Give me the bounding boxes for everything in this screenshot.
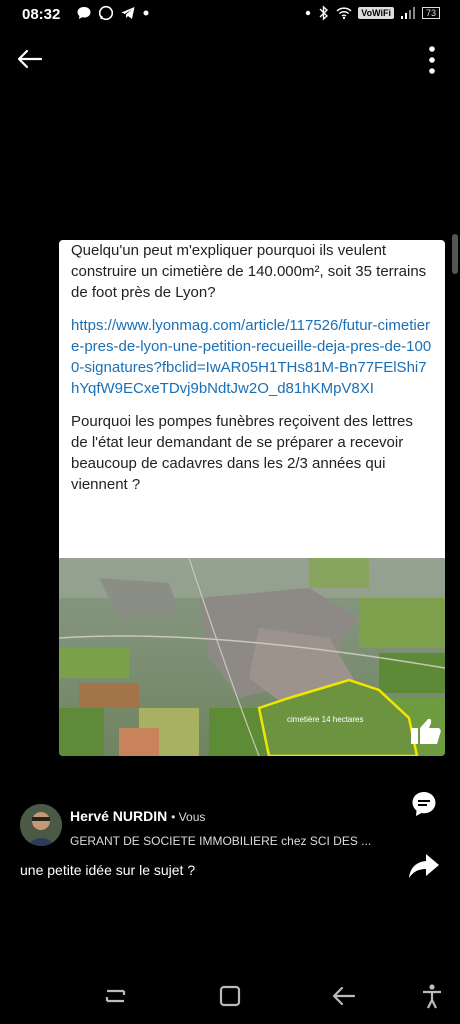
post-paragraph-question: Quelqu'un peut m'expliquer pourquoi ils … bbox=[71, 242, 427, 301]
back-button[interactable] bbox=[14, 44, 48, 74]
vowifi-label: VoWiFi bbox=[358, 7, 394, 19]
side-scroll-indicator bbox=[452, 234, 458, 274]
message-icon bbox=[77, 7, 91, 19]
dot-icon bbox=[306, 10, 311, 16]
more-options-button[interactable] bbox=[422, 44, 442, 76]
post-image[interactable]: Quelqu'un peut m'expliquer pourquoi ils … bbox=[59, 240, 445, 756]
arrow-left-icon bbox=[17, 49, 43, 69]
status-time: 08:32 bbox=[22, 6, 61, 23]
author-name[interactable]: Hervé NURDIN bbox=[70, 808, 167, 824]
share-button[interactable] bbox=[408, 852, 440, 880]
recent-apps-icon bbox=[105, 989, 126, 1003]
recent-apps-button[interactable] bbox=[102, 982, 130, 1010]
post-caption: une petite idée sur le sujet ? bbox=[20, 862, 196, 878]
accessibility-button[interactable] bbox=[418, 982, 446, 1010]
more-vertical-icon bbox=[429, 46, 435, 74]
home-icon bbox=[219, 985, 241, 1007]
post-paragraph-letters: Pourquoi les pompes funèbres reçoivent d… bbox=[71, 413, 413, 493]
bluetooth-icon bbox=[319, 5, 329, 21]
system-nav-bar bbox=[0, 970, 460, 1024]
notification-dot-icon bbox=[143, 10, 149, 16]
whatsapp-icon bbox=[98, 5, 114, 21]
post-link: https://www.lyonmag.com/article/117526/f… bbox=[71, 317, 432, 397]
accessibility-icon bbox=[423, 984, 441, 1009]
system-back-button[interactable] bbox=[330, 982, 358, 1010]
battery-level: 73 bbox=[421, 7, 440, 19]
wifi-icon bbox=[336, 7, 352, 20]
avatar[interactable] bbox=[20, 804, 62, 846]
comment-icon bbox=[412, 792, 436, 816]
share-icon bbox=[409, 854, 439, 878]
map-annotation-label: cimetière 14 hectares bbox=[287, 715, 363, 724]
author-line[interactable]: Hervé NURDIN • Vous bbox=[70, 808, 205, 824]
telegram-icon bbox=[121, 7, 135, 19]
aerial-map-photo: cimetière 14 hectares bbox=[59, 558, 445, 756]
author-relation: • Vous bbox=[171, 810, 206, 824]
author-subtitle: GERANT DE SOCIETE IMMOBILIERE chez SCI D… bbox=[70, 834, 372, 848]
home-button[interactable] bbox=[216, 982, 244, 1010]
back-arrow-icon bbox=[332, 986, 356, 1006]
post-image-text: Quelqu'un peut m'expliquer pourquoi ils … bbox=[59, 240, 445, 495]
comment-button[interactable] bbox=[410, 790, 438, 818]
status-bar: 08:32 VoWiFi 73 bbox=[0, 0, 460, 30]
avatar-photo bbox=[20, 804, 62, 846]
signal-icon bbox=[400, 7, 415, 19]
